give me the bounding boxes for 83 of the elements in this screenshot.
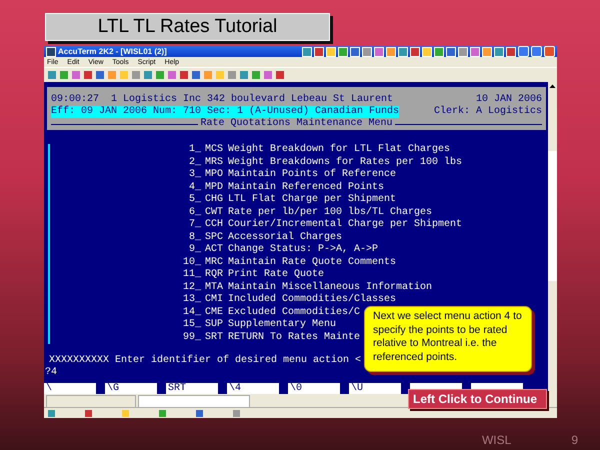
item-code: CMI: [205, 294, 224, 306]
item-number: 99_: [182, 332, 202, 344]
item-description: Maintain Rate Quote Comments: [228, 256, 396, 268]
item-number: 3_: [188, 169, 202, 182]
item-description: RETURN To Rates Mainte: [228, 332, 360, 344]
item-number: 9_: [188, 244, 202, 256]
item-code: CHG: [205, 194, 224, 206]
function-key[interactable]: \0: [288, 383, 340, 394]
function-key[interactable]: SRT: [166, 383, 218, 394]
item-number: 6_: [188, 206, 202, 219]
function-key[interactable]: \G: [105, 383, 157, 394]
item-number: 7_: [188, 219, 202, 232]
item-code: ACT: [205, 244, 224, 256]
status-icon: [85, 410, 92, 416]
item-code: MRC: [205, 256, 224, 269]
clerk-text: Clerk: A Logistics: [434, 106, 542, 118]
item-code: MRS: [205, 156, 224, 169]
item-number: 13_: [182, 294, 202, 306]
item-number: 2_: [188, 156, 202, 169]
item-number: 10_: [182, 256, 202, 269]
item-description: Supplementary Menu: [228, 319, 336, 332]
status-icon: [48, 410, 55, 416]
slide-title: LTL TL Rates Tutorial: [45, 13, 330, 41]
callout-tooltip: Next we select menu action 4 to specify the points to be rated relative to Montreal i.e. the referenced points.: [364, 306, 532, 372]
item-description: Maintain Referenced Points: [228, 182, 384, 194]
item-description: Rate per lb/per 100 lbs/TL Charges: [228, 206, 432, 218]
function-key[interactable]: \: [44, 383, 96, 394]
item-number: 12_: [182, 282, 202, 294]
item-number: 14_: [182, 306, 202, 319]
item-code: MTA: [205, 282, 224, 294]
item-description: Weight Breakdown for LTL Flat Charges: [228, 144, 450, 156]
item-code: MCS: [205, 144, 224, 156]
item-description: Included Commodities/Classes: [228, 294, 396, 306]
maximize-button[interactable]: [531, 46, 542, 57]
item-code: CWT: [205, 206, 224, 219]
item-number: 1_: [188, 144, 202, 156]
minimize-button[interactable]: [518, 46, 529, 57]
item-code: MPD: [205, 182, 224, 194]
header-time: 09:00:27: [51, 94, 100, 106]
item-number: 15_: [182, 319, 202, 332]
close-button[interactable]: [544, 46, 555, 57]
status-icon: [122, 410, 129, 416]
page-number: 9: [571, 433, 578, 447]
item-description: LTL Flat Charge per Shipment: [228, 194, 396, 206]
session-tab[interactable]: [46, 395, 136, 408]
scroll-up-icon[interactable]: [548, 82, 557, 91]
item-description: Courier/Incremental Charge per Shipment: [228, 219, 462, 232]
item-description: Maintain Points of Reference: [228, 169, 396, 182]
item-description: Weight Breakdowns for Rates per 100 lbs: [228, 156, 462, 168]
item-code: CME: [205, 306, 224, 319]
menu-title: Rate Quotations Maintenance Menu: [200, 118, 393, 130]
function-key[interactable]: [471, 383, 523, 389]
company-text: 1 Logistics Inc 342 boulevard Lebeau St Laurent: [111, 94, 394, 106]
prompt-text: XXXXXXXXXX Enter identifier of desired menu action <: [49, 355, 362, 367]
item-number: 5_: [188, 194, 202, 206]
command-input[interactable]: ?4: [45, 367, 58, 379]
item-number: 8_: [188, 232, 202, 244]
function-key[interactable]: [410, 383, 462, 389]
item-description: Excluded Commodities/C: [228, 306, 360, 318]
continue-button[interactable]: Left Click to Continue: [408, 389, 547, 409]
item-code: SRT: [205, 332, 224, 344]
status-icon: [233, 410, 240, 416]
item-code: RQR: [205, 269, 224, 282]
item-description: Accessorial Charges: [228, 232, 342, 244]
item-description: Maintain Miscellaneous Information: [228, 282, 432, 294]
session-tab[interactable]: [138, 395, 250, 408]
item-code: SUP: [205, 319, 224, 332]
status-text: Eff: 09 JAN 2006 Num: 710 Sec: 1 (A-Unused) Canadian Funds: [51, 106, 400, 118]
header-date: 10 JAN 2006: [476, 94, 542, 106]
function-key[interactable]: \4: [227, 383, 279, 394]
item-code: MPO: [205, 169, 224, 182]
item-code: SPC: [205, 232, 224, 244]
footer-label: WISL: [482, 433, 512, 447]
item-code: CCH: [205, 219, 224, 232]
function-key[interactable]: \U: [349, 383, 401, 394]
item-number: 4_: [188, 182, 202, 194]
window-title: AccuTerm 2K2 - [WISL01 (2)]: [58, 47, 168, 56]
item-number: 11_: [182, 269, 202, 282]
status-icon: [159, 410, 166, 416]
item-description: Change Status: P->A, A->P: [228, 244, 378, 256]
app-icon: [46, 46, 56, 56]
item-description: Print Rate Quote: [228, 269, 324, 282]
status-icon: [196, 410, 203, 416]
